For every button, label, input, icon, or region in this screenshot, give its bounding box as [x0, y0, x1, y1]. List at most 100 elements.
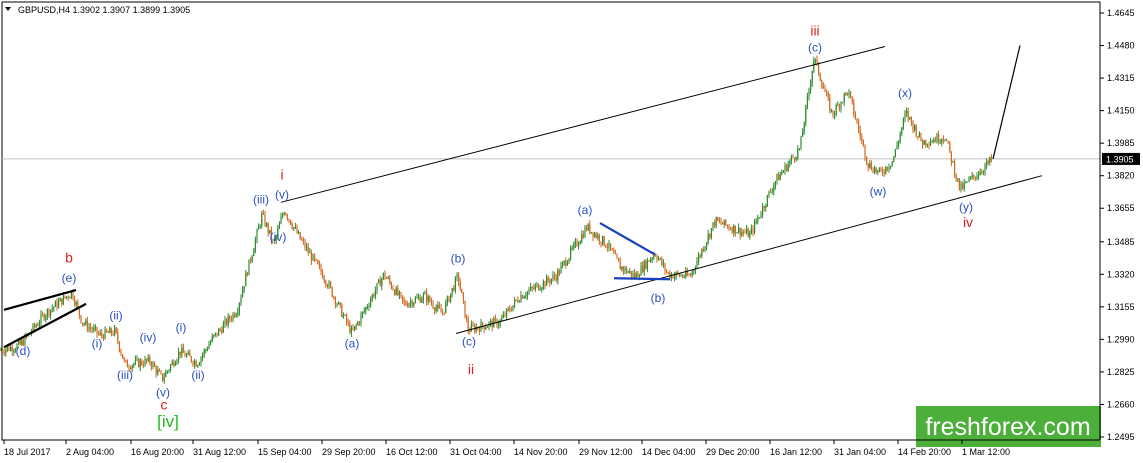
candle-body	[800, 136, 802, 149]
candle-body	[122, 354, 124, 359]
candle	[862, 139, 864, 148]
candle-body	[795, 157, 797, 160]
candle	[781, 169, 783, 176]
candle-body	[507, 308, 509, 310]
candle-body	[112, 333, 114, 335]
candle	[525, 292, 527, 300]
candle	[483, 325, 485, 333]
candle	[296, 224, 298, 234]
wave-label: (y)	[959, 200, 973, 214]
candle	[856, 117, 858, 125]
candle-body	[638, 275, 640, 277]
trendline-4[interactable]	[3, 302, 87, 349]
candle-body	[414, 298, 416, 303]
candle-body	[546, 277, 548, 286]
candle	[48, 307, 50, 318]
candle	[693, 269, 695, 275]
candle	[510, 306, 512, 312]
trendline-2[interactable]	[455, 175, 1043, 334]
candle-body	[413, 302, 415, 306]
candle	[112, 330, 114, 336]
candle	[552, 271, 554, 282]
candle-body	[133, 363, 135, 366]
candle	[866, 156, 868, 166]
candle-body	[203, 349, 205, 355]
candle	[736, 231, 738, 234]
candle	[770, 188, 772, 194]
candle	[229, 314, 231, 323]
candle	[984, 162, 986, 176]
candle-body	[954, 161, 956, 176]
candle-body	[872, 169, 874, 173]
candle-body	[419, 297, 421, 303]
candle-body	[990, 157, 992, 161]
trendline-6[interactable]	[613, 277, 671, 281]
candle-body	[702, 249, 704, 251]
projection-line[interactable]	[992, 45, 1021, 160]
candle-body	[462, 293, 464, 301]
candle-body	[896, 145, 898, 150]
trendline-3[interactable]	[3, 289, 77, 311]
candle	[403, 296, 405, 307]
candle	[312, 253, 314, 262]
candle-body	[138, 358, 140, 367]
dropdown-triangle-icon[interactable]	[5, 7, 11, 11]
candle	[349, 319, 351, 335]
candle-body	[98, 333, 100, 335]
candle-body	[339, 302, 341, 305]
wave-label: c	[161, 396, 168, 412]
candle-body	[659, 258, 661, 260]
candle	[451, 287, 453, 298]
candle	[306, 242, 308, 252]
candle-body	[947, 140, 949, 143]
candle-body	[424, 292, 426, 295]
candle	[438, 301, 440, 310]
candle	[13, 348, 15, 356]
price-chart[interactable]: GBPUSD,H4 1.3902 1.3907 1.3899 1.3905 fre…	[0, 0, 1143, 463]
candle-body	[384, 272, 386, 278]
candle-body	[136, 358, 138, 360]
time-tick-label: 14 Dec 04:00	[642, 447, 696, 457]
candle	[182, 343, 184, 353]
candle-body	[230, 319, 232, 321]
candle	[826, 89, 828, 97]
candle-body	[309, 252, 311, 254]
candle	[861, 132, 863, 145]
candle-body	[882, 170, 884, 174]
candle-body	[397, 287, 399, 295]
candle-body	[206, 349, 208, 351]
candle-body	[90, 327, 92, 329]
candle-body	[589, 223, 591, 233]
candle	[888, 163, 890, 173]
price-tick-label: 1.3985	[1107, 138, 1135, 148]
candle-body	[742, 231, 744, 233]
candle-body	[584, 227, 586, 238]
trendline-1[interactable]	[280, 46, 886, 203]
trendline-5[interactable]	[599, 222, 656, 256]
candle-body	[246, 272, 248, 276]
candle-body	[618, 258, 620, 262]
candle	[549, 277, 551, 287]
candle	[538, 283, 540, 291]
candle	[814, 58, 816, 64]
candle-body	[712, 222, 714, 229]
candle	[962, 181, 964, 191]
candle	[760, 210, 762, 219]
candle	[613, 247, 615, 254]
candle-body	[755, 221, 757, 223]
candle	[162, 373, 164, 382]
candle-body	[288, 218, 290, 221]
candle	[322, 269, 324, 280]
candle-body	[621, 266, 623, 270]
candle-body	[314, 254, 316, 260]
chart-area[interactable]: GBPUSD,H4 1.3902 1.3907 1.3899 1.3905 fre…	[0, 0, 1143, 463]
candle-body	[562, 262, 564, 266]
candle-body	[598, 235, 600, 242]
candle-body	[941, 139, 943, 143]
candle	[339, 302, 341, 309]
candle	[453, 285, 455, 292]
candle	[418, 293, 420, 301]
candle	[102, 333, 104, 341]
candle-body	[531, 286, 533, 288]
candle-body	[893, 157, 895, 162]
